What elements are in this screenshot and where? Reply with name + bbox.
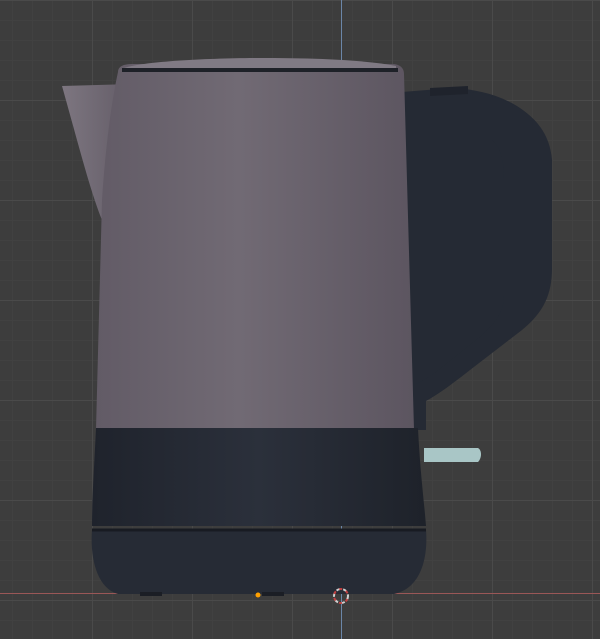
kettle-plinth [91, 530, 427, 594]
power-switch [424, 448, 481, 462]
3d-viewport[interactable] [0, 0, 600, 639]
kettle-base-band [92, 428, 426, 526]
object-origin-dot[interactable] [255, 592, 261, 598]
foot-left [140, 592, 162, 596]
kettle-body [96, 64, 414, 430]
foot-right [262, 592, 284, 596]
kettle-model[interactable] [0, 0, 600, 639]
